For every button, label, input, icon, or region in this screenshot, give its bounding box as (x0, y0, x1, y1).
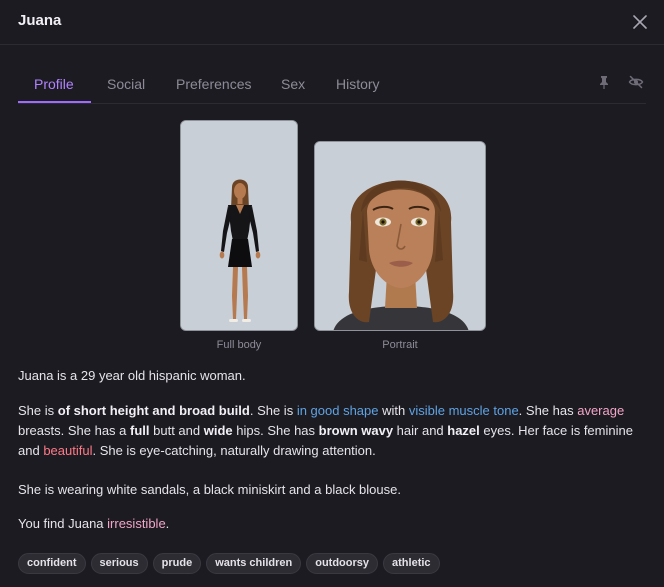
portrait-caption: Portrait (382, 339, 418, 351)
full-body-image[interactable] (180, 120, 298, 331)
text-segment: She is (18, 403, 58, 418)
eye-off-icon[interactable] (628, 74, 644, 90)
tab-profile[interactable]: Profile (34, 76, 74, 92)
active-tab-indicator (18, 101, 91, 103)
text-segment: breasts. She has a (18, 423, 131, 438)
muscle-highlight: visible muscle tone (408, 403, 519, 418)
character-dialog: Juana Profile Social Preferences Sex His… (0, 0, 664, 587)
text-segment: hips. She has (232, 423, 319, 438)
text-segment: You find Juana (18, 516, 108, 531)
text-segment: with (378, 403, 409, 418)
close-icon[interactable] (630, 12, 650, 32)
eye-color-highlight: hazel (447, 423, 480, 438)
hips-highlight: wide (203, 423, 233, 438)
tag-confident: confident (18, 553, 86, 574)
butt-highlight: full (130, 423, 150, 438)
tab-preferences[interactable]: Preferences (176, 76, 251, 92)
text-segment: . She has (518, 403, 578, 418)
fitness-highlight: in good shape (296, 403, 379, 418)
text-segment: . She is eye-catching, naturally drawing… (92, 443, 376, 458)
attraction-highlight: irresistible (107, 516, 166, 531)
tab-sex[interactable]: Sex (281, 76, 305, 92)
pin-icon[interactable] (596, 74, 612, 90)
hair-highlight: brown wavy (318, 423, 394, 438)
full-body-caption: Full body (216, 339, 262, 351)
beauty-highlight: beautiful (43, 443, 93, 458)
height-build-highlight: of short height and broad build (57, 403, 250, 418)
intro-text: Juana is a 29 year old hispanic woman. (18, 368, 246, 383)
appearance-text: She is of short height and broad build. … (18, 401, 648, 461)
tag-serious: serious (90, 553, 148, 574)
dialog-title: Juana (18, 12, 62, 29)
tag-athletic: athletic (383, 553, 440, 574)
portrait-image[interactable] (314, 141, 486, 331)
text-segment: . She is (249, 403, 297, 418)
tag-prude: prude (152, 553, 202, 574)
text-segment: hair and (393, 423, 448, 438)
tab-history[interactable]: History (336, 76, 380, 92)
clothing-text: She is wearing white sandals, a black mi… (18, 482, 401, 497)
breast-size-highlight: average (577, 403, 625, 418)
dialog-header: Juana (0, 0, 664, 45)
text-segment: . (165, 516, 170, 531)
tag-wants-children: wants children (206, 553, 302, 574)
tab-bar: Profile Social Preferences Sex History (18, 66, 646, 104)
text-segment: butt and (149, 423, 204, 438)
tag-outdoorsy: outdoorsy (306, 553, 379, 574)
attraction-text: You find Juana irresistible. (18, 514, 648, 534)
tab-social[interactable]: Social (107, 76, 145, 92)
trait-tags: confident serious prude wants children o… (18, 553, 440, 574)
